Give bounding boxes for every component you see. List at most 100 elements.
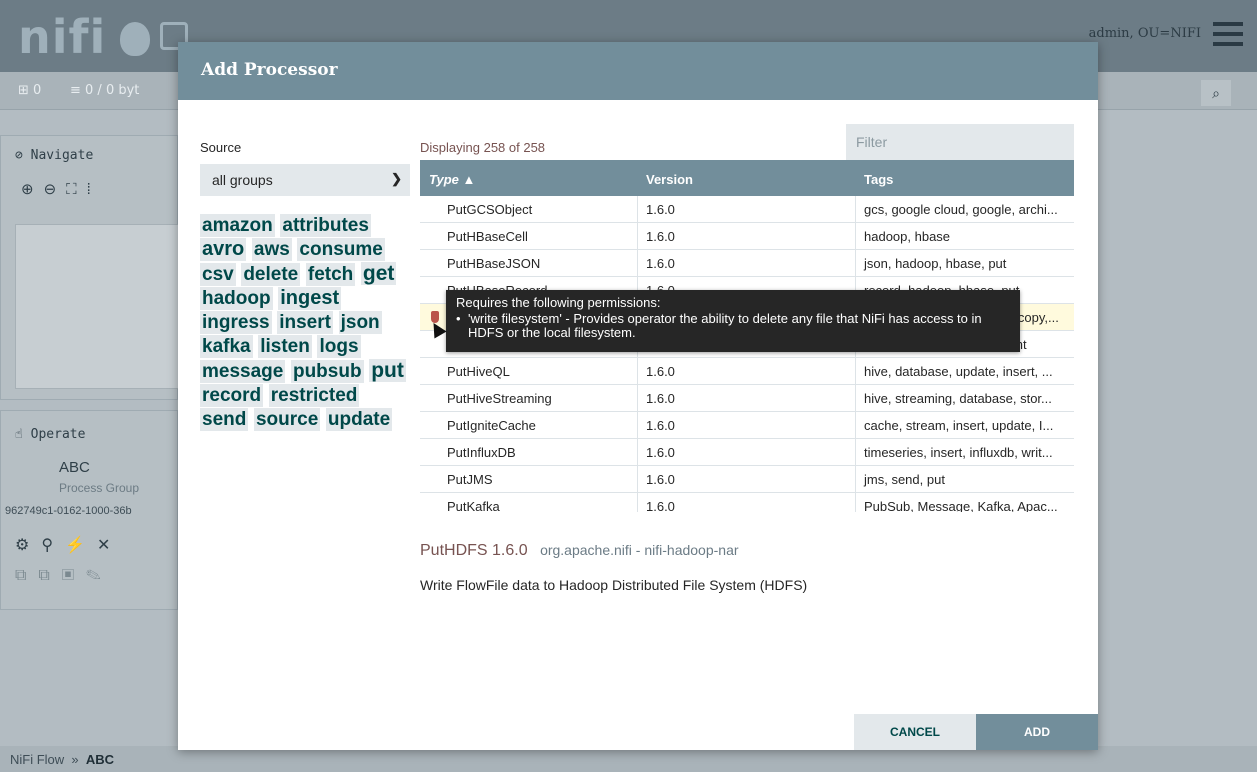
cell-type: PutKafka [420, 493, 638, 512]
cell-tags: PubSub, Message, Kafka, Apac... [864, 499, 1058, 512]
cell-tags: jms, send, put [864, 472, 945, 487]
operate-actions-row-1[interactable]: ⚙⚲⚡✕ [15, 535, 122, 555]
tag-json[interactable]: json [338, 311, 382, 334]
hamburger-menu-icon[interactable] [1213, 22, 1243, 46]
table-body: PutGCSObject 1.6.0 gcs, google cloud, goog… [420, 196, 1074, 512]
tag-kafka[interactable]: kafka [200, 335, 253, 358]
tag-csv[interactable]: csv [200, 263, 236, 286]
cell-type-text: PutInfluxDB [447, 445, 516, 460]
cancel-button[interactable]: CANCEL [854, 714, 976, 750]
add-processor-dialog: Add Processor Source all groups ❯ amazon… [178, 42, 1098, 750]
current-user: admin, OU=NIFI [1088, 26, 1201, 41]
table-row[interactable]: PutJMS 1.6.0 jms, send, put [420, 466, 1074, 493]
cell-version: 1.6.0 [638, 493, 856, 512]
tag-update[interactable]: update [325, 408, 393, 431]
tag-pubsub[interactable]: pubsub [290, 360, 364, 383]
column-header-version[interactable]: Version [638, 160, 856, 196]
result-count: Displaying 258 of 258 [420, 140, 546, 155]
tag-message[interactable]: message [200, 360, 286, 383]
tag-insert[interactable]: insert [277, 311, 333, 334]
navigate-title[interactable]: ⊘ Navigate [15, 148, 93, 163]
tag-avro[interactable]: avro [200, 238, 247, 261]
cell-type: PutIgniteCache [420, 412, 638, 438]
cell-tags: cache, stream, insert, update, I... [864, 418, 1054, 433]
search-icon[interactable]: ⌕ [1201, 80, 1231, 106]
cell-type: PutHBaseJSON [420, 250, 638, 276]
tag-amazon[interactable]: amazon [200, 214, 275, 237]
source-group-select[interactable]: all groups ❯ [200, 164, 410, 196]
selected-processor-description: Write FlowFile data to Hadoop Distribute… [420, 577, 808, 593]
tag-ingress[interactable]: ingress [200, 311, 272, 334]
table-row[interactable]: PutIgniteCache 1.6.0 cache, stream, insert… [420, 412, 1074, 439]
cell-type: PutHBaseCell [420, 223, 638, 249]
table-row[interactable]: PutHBaseCell 1.6.0 hadoop, hbase [420, 223, 1074, 250]
cell-type-text: PutHBaseCell [447, 229, 528, 244]
cell-type: PutJMS [420, 466, 638, 492]
cell-type: PutInfluxDB [420, 439, 638, 465]
table-row[interactable]: PutInfluxDB 1.6.0 timeseries, insert, infl… [420, 439, 1074, 466]
cell-tags: hive, database, update, insert, ... [864, 364, 1053, 379]
table-row[interactable]: PutKafka 1.6.0 PubSub, Message, Kafka, Apa… [420, 493, 1074, 512]
chevron-down-icon: ❯ [391, 171, 402, 186]
tag-consume[interactable]: consume [297, 238, 385, 261]
tag-cloud: amazon attributes avro aws consume csv d… [200, 214, 415, 432]
selected-component-id: 962749c1-0162-1000-36b [5, 505, 132, 517]
column-header-type[interactable]: Type ▲ [420, 160, 638, 196]
tag-aws[interactable]: aws [251, 238, 292, 261]
tooltip-title: Requires the following permissions: [456, 295, 661, 310]
tag-restricted[interactable]: restricted [268, 384, 360, 407]
cell-version: 1.6.0 [638, 223, 856, 249]
operate-title[interactable]: ☝ Operate [15, 427, 85, 442]
breadcrumb-current: ABC [85, 752, 115, 767]
cell-version: 1.6.0 [638, 439, 856, 465]
operate-actions-row-2[interactable]: ⧉⧉▣✎ [15, 567, 113, 585]
table-row[interactable]: PutGCSObject 1.6.0 gcs, google cloud, goog… [420, 196, 1074, 223]
column-header-tags[interactable]: Tags [856, 160, 1074, 196]
cell-tags: hive, streaming, database, stor... [864, 391, 1052, 406]
source-label: Source [200, 140, 242, 155]
tag-delete[interactable]: delete [241, 263, 301, 286]
breadcrumb-separator: » [71, 752, 79, 767]
cell-type: PutHiveQL [420, 358, 638, 384]
zoom-tools[interactable]: ⊕⊖⛶⁞ [21, 180, 101, 198]
breadcrumb-root[interactable]: NiFi Flow [10, 752, 64, 767]
nifi-logo: nifi [18, 10, 107, 64]
nifi-drop-icon [120, 22, 150, 56]
filter-input[interactable] [846, 124, 1074, 160]
tag-attributes[interactable]: attributes [280, 214, 371, 237]
source-select-value: all groups [212, 172, 273, 188]
cell-tags: gcs, google cloud, google, archi... [864, 202, 1058, 217]
tag-logs[interactable]: logs [317, 335, 361, 358]
cell-type-text: PutKafka [447, 499, 500, 512]
birdseye-map[interactable] [15, 224, 179, 389]
cell-type-text: PutHiveQL [447, 364, 510, 379]
cell-version: 1.6.0 [638, 412, 856, 438]
tag-source[interactable]: source [253, 408, 321, 431]
tag-ingest[interactable]: ingest [278, 287, 342, 310]
cell-version: 1.6.0 [638, 250, 856, 276]
active-threads: ⊞ 0 [18, 83, 42, 98]
tag-send[interactable]: send [200, 408, 249, 431]
cell-tags: json, hadoop, hbase, put [864, 256, 1007, 271]
tag-record[interactable]: record [200, 384, 264, 407]
tag-hadoop[interactable]: hadoop [200, 287, 273, 310]
table-row[interactable]: PutHBaseJSON 1.6.0 json, hadoop, hbase, pu… [420, 250, 1074, 277]
table-row[interactable]: PutHiveStreaming 1.6.0 hive, streaming, da… [420, 385, 1074, 412]
operate-panel: ☝ Operate ABC Process Group 962749c1-016… [0, 410, 178, 610]
add-button[interactable]: ADD [976, 714, 1098, 750]
tooltip-permission-item: 'write filesystem' - Provides operator t… [456, 312, 1010, 340]
tag-fetch[interactable]: fetch [305, 263, 356, 286]
dialog-title: Add Processor [201, 60, 338, 80]
cell-version: 1.6.0 [638, 385, 856, 411]
selected-component-name: ABC [59, 459, 90, 476]
cell-version: 1.6.0 [638, 358, 856, 384]
tag-listen[interactable]: listen [258, 335, 312, 358]
cell-type-text: PutHBaseJSON [447, 256, 541, 271]
table-row[interactable]: PutHiveQL 1.6.0 hive, database, update, in… [420, 358, 1074, 385]
selected-processor-name: PutHDFS 1.6.0 org.apache.nifi - nifi-had… [420, 542, 739, 559]
cell-type-text: PutHiveStreaming [447, 391, 552, 406]
tag-get[interactable]: get [360, 262, 397, 285]
cell-type-text: PutGCSObject [447, 202, 533, 217]
tag-put[interactable]: put [369, 359, 406, 382]
cell-type-text: PutIgniteCache [447, 418, 536, 433]
